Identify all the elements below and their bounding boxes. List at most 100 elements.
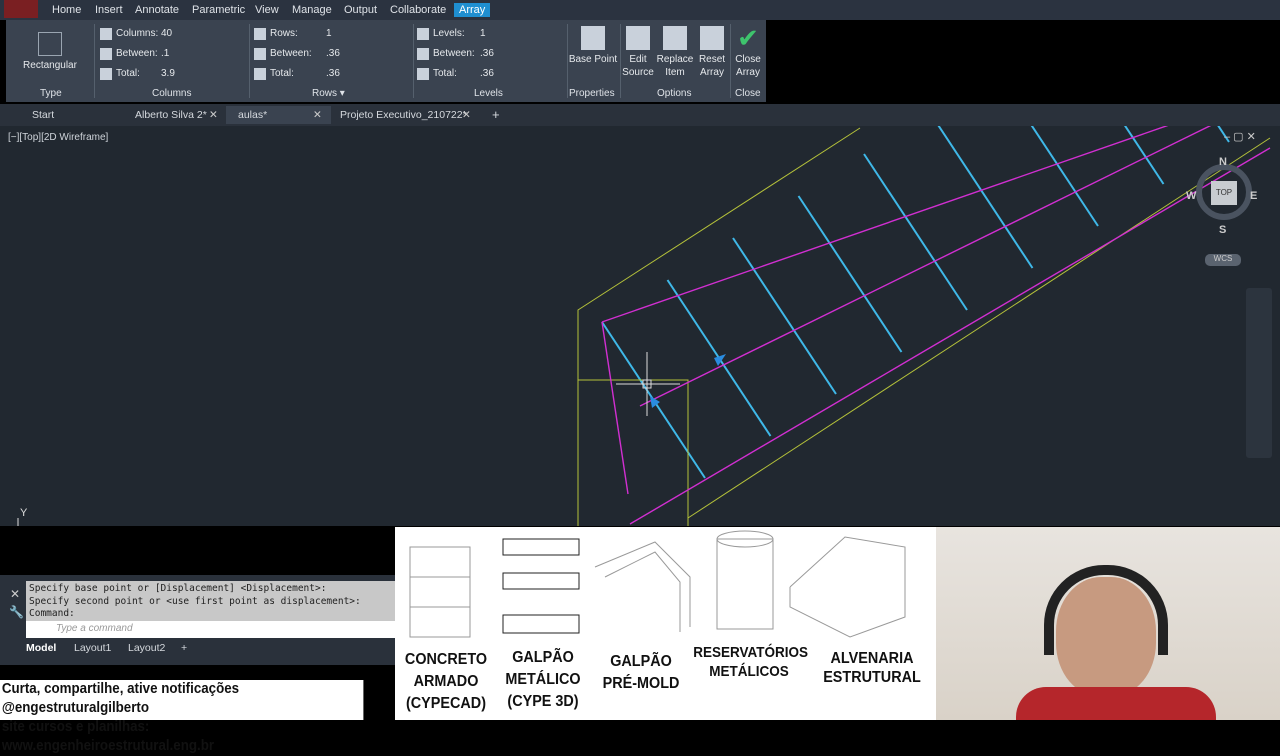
tab-view[interactable]: View <box>255 4 279 16</box>
tab-insert[interactable]: Insert <box>95 4 123 16</box>
columns-total-input[interactable]: 3.9 <box>161 65 245 82</box>
command-history: Specify base point or [Displacement] <Di… <box>26 581 395 621</box>
level-total-icon <box>417 67 429 80</box>
rectangular-array-icon <box>38 32 62 56</box>
levels-total-input[interactable]: .36 <box>480 65 564 82</box>
array-member-line <box>797 195 903 353</box>
tab-collaborate[interactable]: Collaborate <box>390 4 446 16</box>
ucs-y-label: Y <box>20 507 28 519</box>
beam-line <box>629 147 1271 525</box>
promo-reservatorios: RESERVATÓRIOS METÁLICOS <box>693 644 808 680</box>
headphones-icon <box>1044 565 1168 655</box>
file-tab-start[interactable]: Start <box>32 109 54 121</box>
wrench-icon[interactable]: 🔧 <box>9 605 24 619</box>
promo-concreto: CONCRETO ARMADO (CYPECAD) <box>404 651 488 712</box>
drawing-canvas[interactable]: [−][Top][2D Wireframe] Y TOP N S E W WCS… <box>0 126 1280 526</box>
add-layout-button[interactable]: + <box>181 642 187 654</box>
column-between-icon <box>100 47 112 60</box>
viewcube[interactable]: TOP N S E W <box>1186 156 1260 236</box>
reset-array-icon <box>700 26 724 50</box>
group-columns-label: Columns <box>152 88 192 99</box>
array-member-line <box>863 153 968 311</box>
rows-input[interactable]: 1 <box>326 25 410 42</box>
beam-line <box>601 126 1169 323</box>
array-member-line <box>1030 126 1099 227</box>
edit-source-icon <box>626 26 650 50</box>
file-tab-projeto[interactable]: Projeto Executivo_210722* <box>340 109 467 121</box>
presenter-shirt <box>1016 687 1216 720</box>
tab-layout2[interactable]: Layout2 <box>128 642 165 654</box>
viewcube-top[interactable]: TOP <box>1211 181 1237 205</box>
close-icon[interactable]: ✕ <box>462 109 471 121</box>
group-type-label: Type <box>40 88 62 99</box>
tab-manage[interactable]: Manage <box>292 4 332 16</box>
menu-bar: Home Insert Annotate Parametric View Man… <box>0 0 1280 20</box>
tab-output[interactable]: Output <box>344 4 377 16</box>
rows-icon <box>254 27 266 40</box>
array-ribbon: Rectangular Type Columns: Between: Total… <box>6 20 766 102</box>
file-tab-alberto[interactable]: Alberto Silva 2* <box>135 109 207 121</box>
new-tab-button[interactable]: + <box>492 107 500 122</box>
tab-array[interactable]: Array <box>454 3 491 17</box>
group-rows-label[interactable]: Rows ▾ <box>312 88 345 99</box>
outer-boundary-line <box>687 137 1271 519</box>
compass-s[interactable]: S <box>1219 224 1226 236</box>
course-illustrations <box>409 530 906 638</box>
replace-item-button[interactable]: Replace Item <box>656 22 694 79</box>
close-icon[interactable]: ✕ <box>209 109 218 121</box>
array-member-line <box>937 126 1034 269</box>
beam-line <box>601 321 629 495</box>
autocad-logo[interactable] <box>4 0 38 18</box>
close-array-button[interactable]: ✔ Close Array <box>730 22 766 79</box>
compass-w[interactable]: W <box>1186 190 1196 202</box>
levels-input[interactable]: 1 <box>480 25 564 42</box>
column-outline <box>578 379 689 526</box>
columns-between-input[interactable]: .1 <box>161 45 245 62</box>
beam-line <box>639 126 1212 407</box>
drawing: Y <box>17 126 1271 526</box>
group-close-label: Close <box>735 88 761 99</box>
base-point-button[interactable]: Base Point <box>568 22 618 66</box>
group-levels-label: Levels <box>474 88 503 99</box>
group-properties-label: Properties <box>569 88 615 99</box>
navigation-bar[interactable] <box>1246 288 1272 458</box>
levels-icon <box>417 27 429 40</box>
tab-model[interactable]: Model <box>26 642 56 654</box>
base-point-icon <box>581 26 605 50</box>
group-options-label: Options <box>657 88 692 99</box>
promo-galpao-metalico: GALPÃO METÁLICO (CYPE 3D) <box>505 649 581 710</box>
level-between-icon <box>417 47 429 60</box>
compass-e[interactable]: E <box>1250 190 1257 202</box>
row-between-icon <box>254 47 266 60</box>
file-tabs: Start Alberto Silva 2* ✕ aulas* ✕ Projet… <box>0 104 1280 126</box>
courses-panel: CONCRETO ARMADO (CYPECAD) GALPÃO METÁLIC… <box>395 527 936 720</box>
checkmark-icon: ✔ <box>737 23 759 53</box>
rows-between-input[interactable]: .36 <box>326 45 410 62</box>
rectangular-button[interactable]: Rectangular <box>16 28 84 72</box>
reset-array-button[interactable]: Reset Array <box>694 22 730 79</box>
replace-item-icon <box>663 26 687 50</box>
window-controls[interactable]: – ▢ ✕ <box>1224 130 1256 143</box>
tab-annotate[interactable]: Annotate <box>135 4 179 16</box>
command-input[interactable]: Type a command <box>26 621 395 638</box>
tab-parametric[interactable]: Parametric <box>192 4 245 16</box>
levels-between-input[interactable]: .36 <box>480 45 564 62</box>
promo-galpao-premold: GALPÃO PRÉ-MOLD <box>602 653 680 692</box>
close-icon[interactable]: ✕ <box>313 109 322 121</box>
wcs-menu[interactable]: WCS <box>1205 254 1241 266</box>
array-member-line <box>1124 126 1165 185</box>
layout-tabs: Model Layout1 Layout2 + <box>0 640 395 665</box>
row-total-icon <box>254 67 266 80</box>
tab-layout1[interactable]: Layout1 <box>74 642 111 654</box>
webcam-video <box>936 527 1280 720</box>
promo-alvenaria: ALVENARIA ESTRUTURAL <box>823 650 921 686</box>
outer-boundary-line <box>577 127 861 526</box>
edit-source-button[interactable]: Edit Source <box>620 22 656 79</box>
column-total-icon <box>100 67 112 80</box>
array-member-line <box>732 237 837 395</box>
columns-input[interactable]: 40 <box>161 25 245 42</box>
tab-home[interactable]: Home <box>52 4 81 16</box>
rows-total-input[interactable]: .36 <box>326 65 410 82</box>
compass-n[interactable]: N <box>1219 156 1227 168</box>
close-icon[interactable]: ✕ <box>10 587 20 601</box>
